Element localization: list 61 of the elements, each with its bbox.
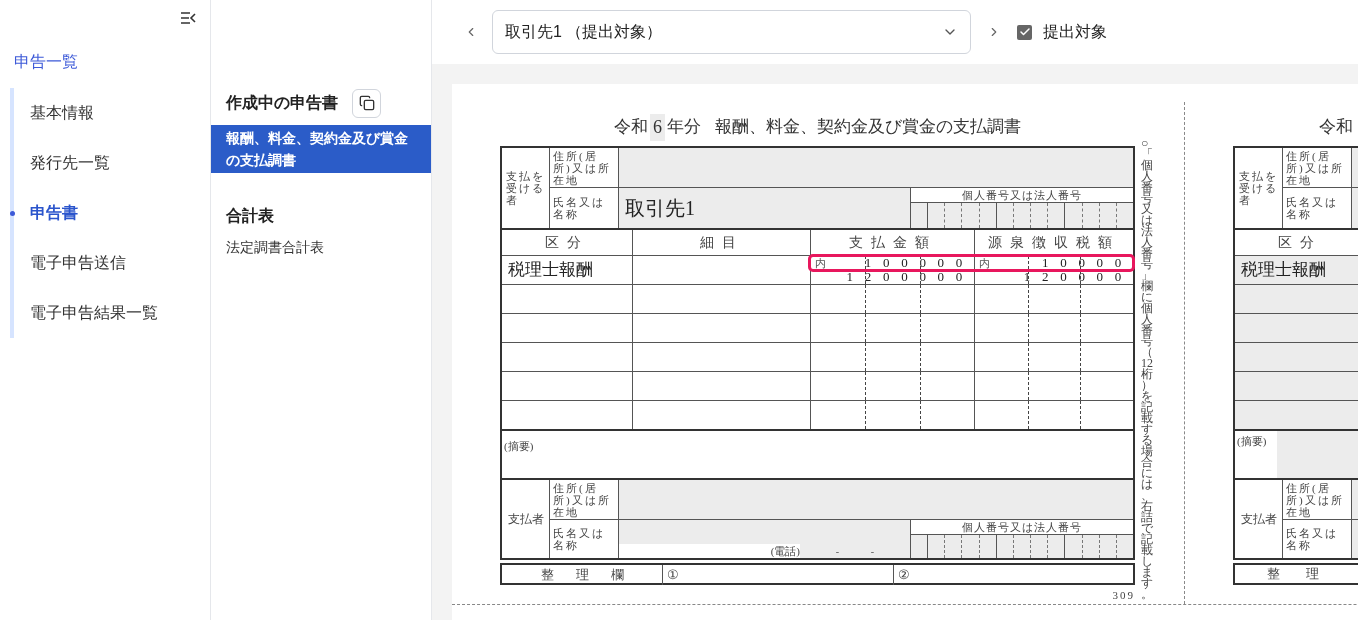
phone-label: (電話)	[769, 544, 800, 558]
name-field[interactable]	[619, 520, 910, 544]
reference-label: 整 理	[1267, 565, 1319, 584]
address-field[interactable]	[619, 480, 1133, 519]
name-label: 氏名又は名称	[553, 196, 606, 220]
inner-amount: 10000	[1042, 256, 1133, 270]
reference-number: ②	[898, 566, 910, 584]
inner-mark: 内	[979, 257, 990, 269]
address-label: 住所(居所)又は所在地	[553, 149, 612, 186]
inner-amount: 100000	[864, 256, 974, 270]
form-title: 報酬、料金、契約金及び賞金の支払調書	[715, 116, 1021, 139]
reference-label: 整理欄	[539, 566, 646, 584]
recipient-select[interactable]: 取引先1 （提出対象）	[492, 10, 971, 54]
name-field[interactable]: 取引先1	[619, 188, 910, 228]
column-header: 源泉徴収税額	[988, 234, 1120, 252]
form-number: 309	[1112, 588, 1135, 603]
document-item[interactable]: 報酬、料金、契約金及び賞金の支払調書	[211, 125, 431, 173]
nav-item[interactable]: 電子申告結果一覧	[30, 301, 158, 325]
recipient-label: 支払を受ける者	[505, 170, 546, 206]
nav-item[interactable]: 電子申告送信	[30, 251, 126, 275]
inner-mark: 内	[815, 257, 826, 269]
era-label: 令和	[614, 116, 648, 139]
checkbox-label: 提出対象	[1043, 22, 1107, 42]
reference-number: ①	[667, 566, 679, 584]
column-header: 区分	[1278, 234, 1322, 252]
summary-label: (摘要)	[1236, 434, 1268, 449]
address-label: 住所(居所)又は所在地	[1286, 149, 1345, 186]
entry-field[interactable]: 税理士報酬	[1235, 255, 1358, 284]
column-header: 区分	[545, 234, 589, 252]
section-heading: 作成中の申告書	[226, 93, 338, 113]
name-label: 氏名又は名称	[1286, 196, 1339, 220]
vertical-note: ○「個人番号又は法人番号」欄に個人番号（12桁）を記載する場合には、右詰で記載します。	[1141, 138, 1153, 600]
payer-label: 支払者	[1240, 511, 1277, 528]
category-value: 税理士報酬	[1241, 259, 1326, 282]
address-label: 住所(居所)又は所在地	[553, 481, 612, 518]
category-value: 税理士報酬	[508, 259, 593, 282]
name-label: 氏名又は名称	[553, 527, 606, 551]
year-field[interactable]: 6	[650, 113, 665, 141]
summary-label: (摘要)	[504, 440, 534, 452]
payer-label: 支払者	[507, 511, 544, 528]
section-heading: 合計表	[226, 206, 274, 226]
column-header: 細目	[699, 234, 744, 252]
nav-item[interactable]: 申告書	[30, 201, 78, 225]
checkbox[interactable]	[1017, 24, 1032, 40]
document-item[interactable]: 法定調書合計表	[211, 236, 431, 258]
recipient-label: 支払を受ける者	[1238, 170, 1279, 206]
phone-field[interactable]: - -	[800, 544, 910, 558]
address-label: 住所(居所)又は所在地	[1286, 481, 1345, 518]
amount: 1200000	[846, 270, 974, 284]
amount: 120000	[1023, 270, 1133, 284]
collapse-menu-icon[interactable]	[180, 12, 196, 24]
copy-button[interactable]	[352, 88, 381, 118]
era-label: 令和	[1319, 116, 1353, 139]
nav-item[interactable]: 発行先一覧	[30, 151, 110, 175]
column-header: 支払金額	[848, 234, 937, 252]
address-field[interactable]	[619, 148, 1133, 187]
back-link[interactable]: 申告一覧	[14, 50, 78, 74]
copy-icon	[358, 95, 375, 111]
nav-item[interactable]: 基本情報	[30, 101, 94, 125]
name-label: 氏名又は名称	[1286, 527, 1339, 551]
year-suffix: 年分	[667, 116, 701, 139]
